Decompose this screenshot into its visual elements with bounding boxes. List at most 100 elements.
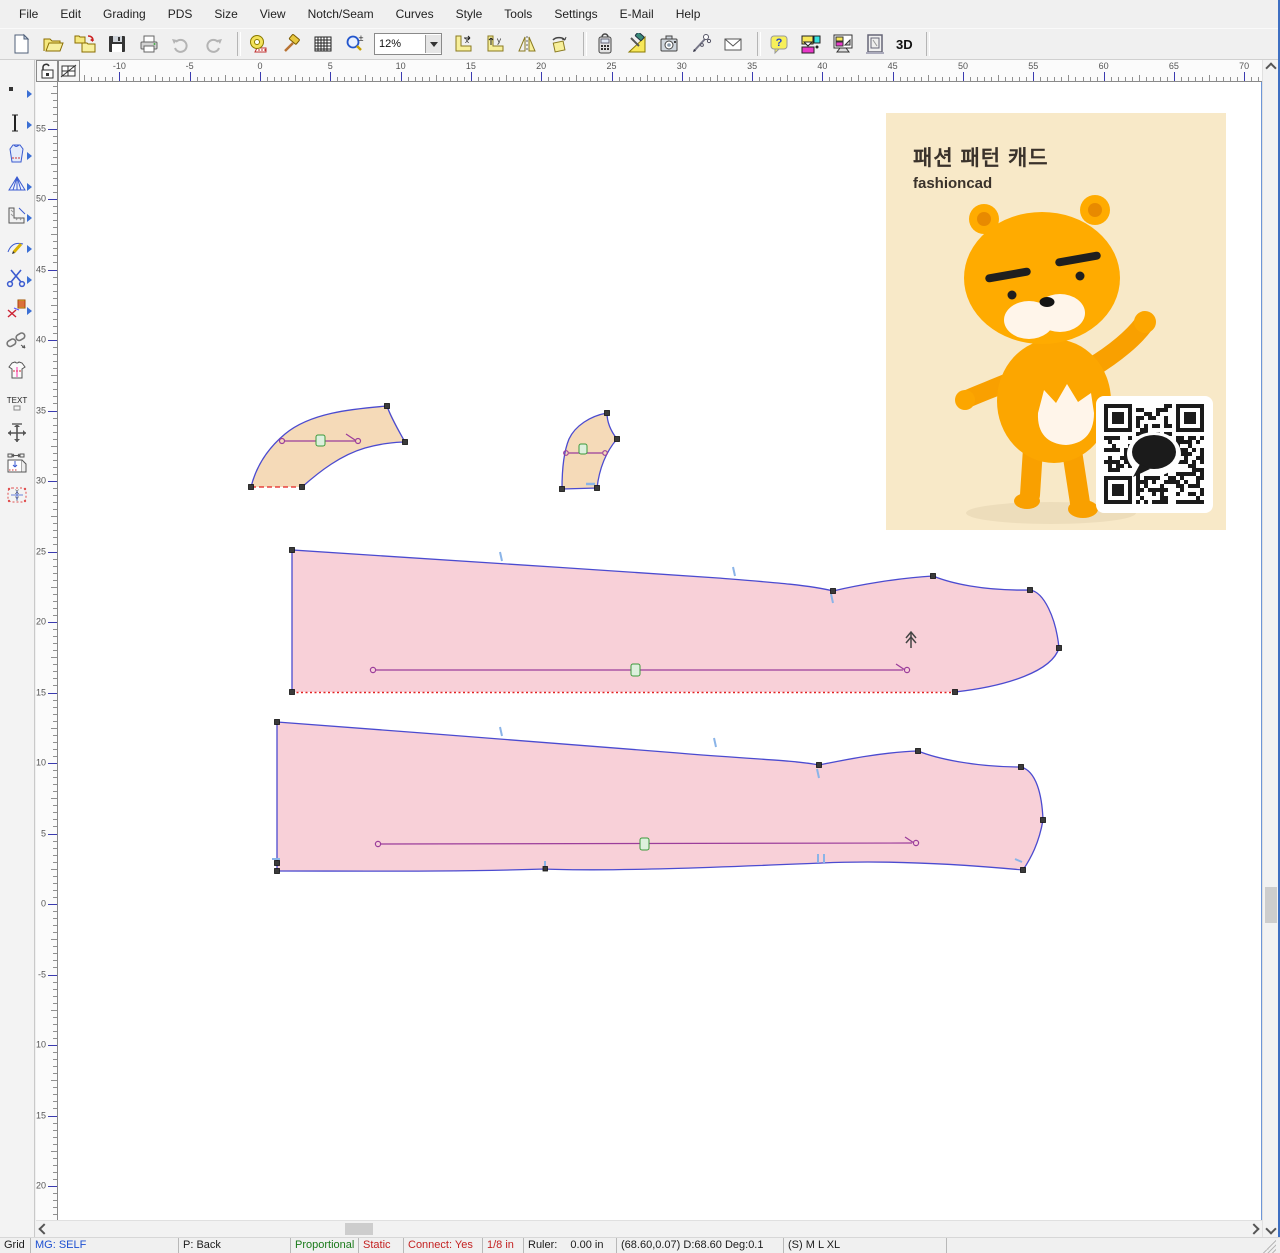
print-button[interactable] (136, 31, 162, 57)
open-pattern-button[interactable] (72, 31, 98, 57)
horizontal-scrollbar[interactable] (36, 1220, 1262, 1237)
menu-email[interactable]: E-Mail (609, 7, 665, 21)
undo-icon (170, 33, 192, 55)
status-grid-toggle[interactable]: Grid (0, 1238, 31, 1253)
tool-pencil-curve[interactable] (2, 233, 32, 261)
drawing-canvas[interactable]: 패션 패턴 캐드 fashioncad (58, 82, 1262, 1220)
status-ruler-readout: Ruler: 0.00 in (524, 1238, 617, 1253)
tool-xy-dimension[interactable]: XY (2, 481, 32, 509)
tool-chain-link[interactable] (2, 326, 32, 354)
printer-3d-button[interactable] (862, 31, 888, 57)
menu-style[interactable]: Style (445, 7, 494, 21)
tool-pattern-piece[interactable] (2, 140, 32, 168)
keypad-icon (594, 33, 616, 55)
tool-move-arrows[interactable] (2, 419, 32, 447)
grain-handle[interactable] (631, 664, 640, 676)
tool-corner-square[interactable] (2, 202, 32, 230)
menu-settings[interactable]: Settings (543, 7, 608, 21)
pattern-piece-sleeve-bottom[interactable] (272, 720, 1046, 874)
toolbar-separator (583, 32, 587, 56)
xy-dimension-icon: XY (5, 483, 29, 507)
menu-size[interactable]: Size (203, 7, 248, 21)
camera-button[interactable] (656, 31, 682, 57)
menu-tools[interactable]: Tools (493, 7, 543, 21)
grain-handle[interactable] (579, 444, 587, 454)
ruler-label: 20 (536, 61, 546, 71)
mirror-button[interactable] (514, 31, 540, 57)
tool-measure-shift[interactable] (2, 450, 32, 478)
tool-cut-thread[interactable] (2, 295, 32, 323)
menu-view[interactable]: View (249, 7, 297, 21)
page-setup-button[interactable] (58, 60, 80, 82)
help-button[interactable]: ? (766, 31, 792, 57)
plotter-pen-button[interactable] (688, 31, 714, 57)
label-3d[interactable]: 3D (896, 37, 913, 52)
hammer-button[interactable] (278, 31, 304, 57)
status-piece[interactable]: P: Back (179, 1238, 291, 1253)
vertical-scroll-thumb[interactable] (1265, 887, 1277, 923)
status-snap-unit[interactable]: 1/8 in (483, 1238, 524, 1253)
status-connect-toggle[interactable]: Connect: Yes (404, 1238, 483, 1253)
status-filler (947, 1238, 1280, 1253)
tool-select-point[interactable] (2, 78, 32, 106)
status-proportional-toggle[interactable]: Proportional (291, 1238, 359, 1253)
menu-help[interactable]: Help (665, 7, 712, 21)
keypad-button[interactable] (592, 31, 618, 57)
tool-dart-fan[interactable] (2, 171, 32, 199)
scroll-down-button[interactable] (1263, 1221, 1279, 1237)
vertical-scrollbar[interactable] (1262, 60, 1278, 1237)
scroll-right-button[interactable] (1246, 1221, 1262, 1237)
status-measure-group[interactable]: MG: SELF (31, 1238, 179, 1253)
status-ruler-value: 0.00 in (570, 1239, 603, 1251)
pattern-piece-collar-right[interactable] (560, 411, 620, 492)
pds-pieces-icon (800, 33, 822, 55)
menu-file[interactable]: File (8, 7, 49, 21)
open-button[interactable] (40, 31, 66, 57)
pds-pieces-button[interactable] (798, 31, 824, 57)
tool-line[interactable] (2, 109, 32, 137)
grid-table-button[interactable] (310, 31, 336, 57)
ruler-lock-toggle[interactable] (36, 60, 58, 82)
ruler-label: 50 (36, 194, 46, 204)
scroll-up-button[interactable] (1263, 60, 1279, 76)
fashioncad-window: File Edit Grading PDS Size View Notch/Se… (0, 0, 1280, 1253)
zoom-button[interactable]: ± (342, 31, 368, 57)
horizontal-scroll-thumb[interactable] (345, 1223, 373, 1235)
tool-palette: TEXT XY (0, 60, 35, 1237)
pattern-repair-button[interactable] (624, 31, 650, 57)
zoom-dropdown-button[interactable] (425, 35, 441, 53)
resize-grip[interactable] (1262, 1239, 1276, 1253)
new-button[interactable] (8, 31, 34, 57)
svg-text:±: ± (359, 33, 364, 43)
tool-garment[interactable] (2, 357, 32, 385)
redo-button[interactable] (200, 31, 226, 57)
save-button[interactable] (104, 31, 130, 57)
measure-shift-icon (5, 452, 29, 476)
ruler-label: 30 (677, 61, 687, 71)
ruler-label: -10 (113, 61, 126, 71)
pds-screen-button[interactable] (830, 31, 856, 57)
status-static-toggle[interactable]: Static (359, 1238, 404, 1253)
grain-handle[interactable] (640, 838, 649, 850)
menu-pds[interactable]: PDS (157, 7, 204, 21)
measure-tape-button[interactable] (246, 31, 272, 57)
zoom-level-combo[interactable]: 12% (374, 33, 442, 55)
tool-scissors[interactable] (2, 264, 32, 292)
menu-notch-seam[interactable]: Notch/Seam (297, 7, 385, 21)
tool-text[interactable]: TEXT (2, 388, 32, 416)
flip-x-button[interactable]: x (450, 31, 476, 57)
email-button[interactable] (720, 31, 746, 57)
pattern-piece-collar-left[interactable] (249, 404, 408, 490)
menu-curves[interactable]: Curves (385, 7, 445, 21)
pattern-piece-sleeve-top[interactable] (290, 548, 1062, 695)
flip-y-button[interactable]: y (482, 31, 508, 57)
scroll-left-button[interactable] (36, 1221, 52, 1237)
rotate-button[interactable] (546, 31, 572, 57)
ruler-label: 45 (888, 61, 898, 71)
flyout-arrow-icon (27, 183, 32, 191)
menu-grading[interactable]: Grading (92, 7, 157, 21)
undo-button[interactable] (168, 31, 194, 57)
grain-handle[interactable] (316, 435, 325, 446)
menu-edit[interactable]: Edit (49, 7, 92, 21)
flyout-arrow-icon (27, 90, 32, 98)
